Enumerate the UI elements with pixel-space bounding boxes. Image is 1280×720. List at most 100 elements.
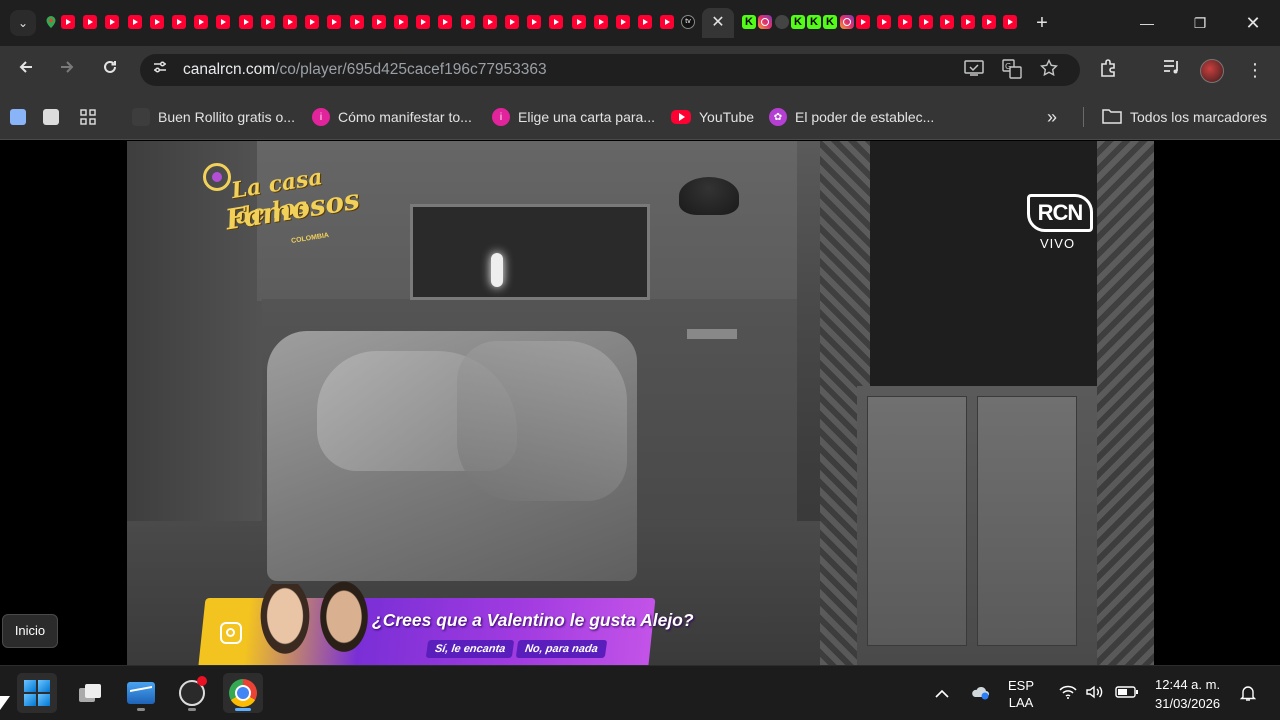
youtube-tab-icon[interactable] (482, 15, 497, 29)
youtube-tab-icon[interactable] (305, 15, 320, 29)
youtube-tab-icon[interactable] (505, 15, 519, 29)
task-view-button[interactable] (70, 673, 110, 713)
purple-flower-icon: ✿ (769, 108, 787, 126)
youtube-tab-icon[interactable] (127, 15, 142, 29)
youtube-tab-icon[interactable] (460, 15, 475, 29)
youtube-tab-icon[interactable] (593, 15, 608, 29)
menu-dots-icon[interactable]: ⋮ (1243, 58, 1267, 82)
monitor-app-button[interactable] (121, 673, 161, 713)
youtube-tab-icon[interactable] (61, 15, 75, 29)
profile-avatar[interactable] (1200, 59, 1224, 83)
youtube-tab-icon[interactable] (194, 15, 209, 29)
youtube-tab-icon[interactable] (172, 15, 186, 29)
notification-bell-icon[interactable] (1238, 684, 1258, 704)
start-button[interactable] (17, 673, 57, 713)
bookmark-item[interactable]: Buen Rollito gratis o... (132, 106, 295, 128)
youtube-tab-icon[interactable] (438, 15, 453, 29)
new-tab-button[interactable]: + (1030, 10, 1054, 36)
apps-grid-icon[interactable] (80, 109, 96, 125)
youtube-tab-icon[interactable] (616, 15, 630, 29)
minimize-button[interactable]: — (1120, 0, 1174, 46)
url-path: /co/player/695d425cacef196c77953363 (275, 61, 547, 78)
reload-button[interactable] (95, 56, 125, 84)
bookmark-item[interactable]: i Elige una carta para... (492, 106, 655, 128)
back-button[interactable] (11, 56, 41, 84)
extensions-icon[interactable] (1097, 58, 1121, 82)
scene-closet-door (867, 396, 967, 646)
kick-tab-icon[interactable]: K (742, 15, 756, 29)
live-label: VIVO (1040, 236, 1076, 251)
instagram-tab-icon[interactable] (840, 15, 854, 29)
install-app-icon[interactable] (963, 59, 985, 81)
youtube-tab-icon[interactable] (982, 15, 996, 29)
poll-option-no[interactable]: No, para nada (515, 640, 608, 658)
youtube-tab-icon[interactable] (349, 15, 364, 29)
poll-option-yes[interactable]: Sí, le encanta (425, 640, 515, 658)
url-text[interactable]: canalrcn.com/co/player/695d425cacef196c7… (183, 61, 547, 79)
close-tab-button[interactable]: ✕ (710, 12, 726, 34)
youtube-tab-icon[interactable] (238, 15, 253, 29)
youtube-tab-icon[interactable] (638, 15, 653, 29)
restore-button[interactable]: ❐ (1173, 0, 1227, 46)
youtube-tab-icon[interactable] (1003, 15, 1017, 29)
youtube-tab-icon[interactable] (940, 15, 954, 29)
youtube-tab-icon[interactable] (260, 15, 275, 29)
language-indicator[interactable]: ESP LAA (1008, 677, 1034, 711)
battery-icon[interactable] (1114, 684, 1140, 704)
onedrive-icon[interactable] (970, 684, 990, 704)
bookmarks-overflow-button[interactable]: » (1047, 106, 1057, 128)
kick-tab-icon[interactable]: K (791, 15, 805, 29)
youtube-tab-icon[interactable] (149, 15, 164, 29)
poll-banner[interactable]: ¿Crees que a Valentino le gusta Alejo? S… (198, 578, 694, 665)
video-player[interactable]: La casa de los Famosos COLOMBIA RCN VIVO… (127, 141, 1154, 665)
youtube-tab-icon[interactable] (371, 15, 386, 29)
task-view-icon (79, 684, 101, 702)
volume-icon[interactable] (1085, 684, 1105, 704)
close-window-button[interactable]: ✕ (1226, 0, 1280, 46)
tv-tab-icon[interactable]: tv (681, 15, 695, 29)
bookmark-star-icon[interactable] (1038, 58, 1060, 81)
youtube-tab-icon[interactable] (283, 15, 297, 29)
youtube-tab-icon[interactable] (856, 15, 870, 29)
youtube-tab-icon[interactable] (549, 15, 564, 29)
youtube-tab-icon[interactable] (898, 15, 912, 29)
media-control-icon[interactable] (1160, 58, 1184, 82)
youtube-tab-icon[interactable] (660, 15, 675, 29)
youtube-tab-icon[interactable] (571, 15, 586, 29)
clock[interactable]: 12:44 a. m. 31/03/2026 (1155, 675, 1220, 713)
youtube-tab-icon[interactable] (961, 15, 975, 29)
youtube-tab-icon[interactable] (83, 15, 98, 29)
youtube-tab-icon[interactable] (327, 15, 342, 29)
address-bar[interactable]: canalrcn.com/co/player/695d425cacef196c7… (140, 54, 1080, 86)
scene-damask-wall (1097, 141, 1154, 665)
bookmark-item[interactable]: i Cómo manifestar to... (312, 106, 472, 128)
wifi-icon[interactable] (1058, 684, 1078, 704)
bookmark-item[interactable]: ✿ El poder de establec... (769, 106, 934, 128)
bookmarks-separator (1083, 107, 1084, 127)
youtube-tab-icon[interactable] (105, 15, 120, 29)
forward-button[interactable] (52, 56, 82, 84)
chrome-app-button[interactable] (223, 673, 263, 713)
all-bookmarks-button[interactable]: Todos los marcadores (1102, 106, 1267, 128)
youtube-tab-icon[interactable] (919, 15, 933, 29)
youtube-tab-icon[interactable] (877, 15, 891, 29)
misc-tab-icon[interactable] (775, 15, 789, 29)
youtube-tab-icon[interactable] (216, 15, 231, 29)
tab-group-blue[interactable] (10, 109, 26, 125)
browser-toolbar: canalrcn.com/co/player/695d425cacef196c7… (0, 46, 1280, 94)
obs-app-button[interactable] (172, 673, 212, 713)
tray-overflow-button[interactable] (932, 684, 952, 704)
maps-pin-icon[interactable] (44, 15, 58, 29)
kick-tab-icon[interactable]: K (807, 15, 821, 29)
tab-group-gray[interactable] (43, 109, 59, 125)
instagram-tab-icon[interactable] (758, 15, 772, 29)
bookmark-item[interactable]: YouTube (671, 106, 754, 128)
kick-tab-icon[interactable]: K (823, 15, 837, 29)
translate-icon[interactable]: G (1001, 59, 1023, 81)
youtube-tab-icon[interactable] (416, 15, 431, 29)
youtube-tab-icon[interactable] (527, 15, 542, 29)
site-info-icon[interactable] (148, 58, 172, 82)
tab-search-button[interactable]: ⌄ (10, 10, 36, 36)
scene-window (410, 204, 650, 300)
youtube-tab-icon[interactable] (394, 15, 408, 29)
